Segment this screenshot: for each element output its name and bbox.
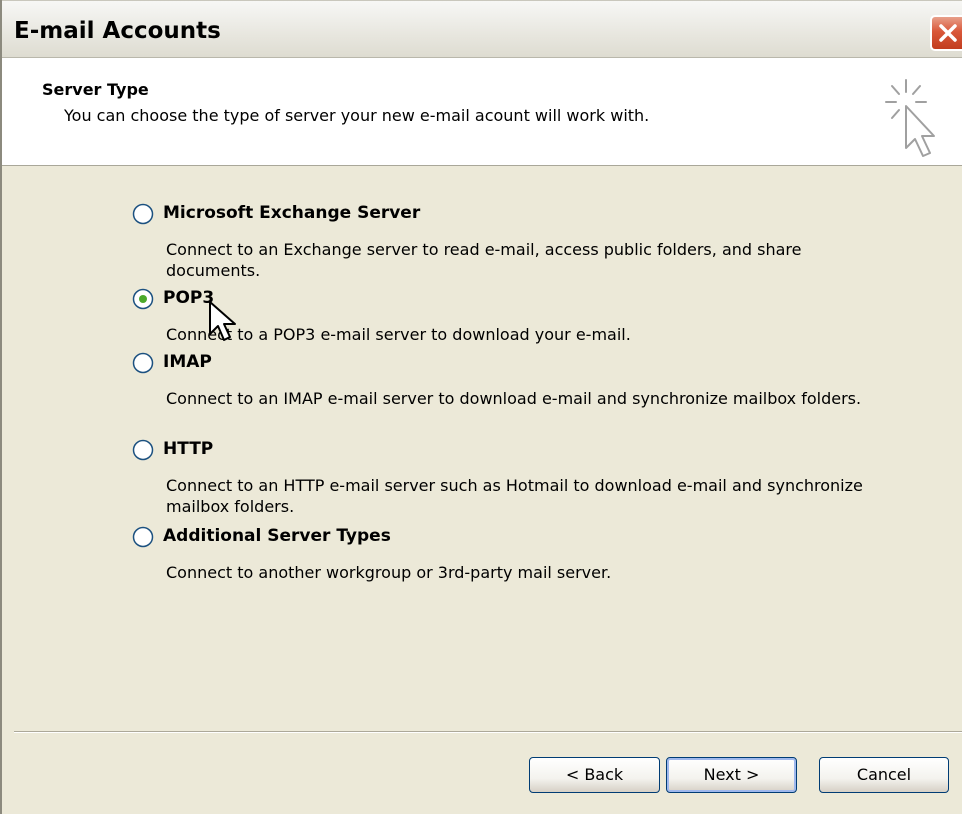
radio-unselected-icon[interactable]	[132, 203, 154, 225]
wizard-cursor-icon	[885, 79, 935, 157]
close-icon	[939, 24, 957, 42]
option-description: Connect to an HTTP e-mail server such as…	[166, 476, 863, 516]
header-panel: Server Type You can choose the type of s…	[2, 58, 962, 166]
cancel-button[interactable]: Cancel	[819, 757, 949, 793]
option-description: Connect to a POP3 e-mail server to downl…	[166, 325, 631, 344]
option-label[interactable]: Microsoft Exchange Server	[163, 203, 420, 223]
radio-unselected-icon[interactable]	[132, 526, 154, 548]
next-button[interactable]: Next >	[666, 757, 797, 793]
option-label[interactable]: HTTP	[163, 439, 213, 459]
mouse-pointer-icon	[209, 301, 236, 341]
option-description: Connect to an IMAP e-mail server to down…	[166, 389, 862, 408]
option-label[interactable]: IMAP	[163, 352, 212, 372]
window-title: E-mail Accounts	[14, 18, 221, 44]
title-bar[interactable]: E-mail Accounts	[2, 0, 962, 58]
server-type-options: Microsoft Exchange Server Connect to an …	[2, 166, 962, 731]
page-title: Server Type	[42, 80, 149, 99]
page-description: You can choose the type of server your n…	[64, 106, 650, 125]
option-label[interactable]: Additional Server Types	[163, 526, 391, 546]
button-separator	[14, 731, 962, 733]
radio-unselected-icon[interactable]	[132, 352, 154, 374]
radio-selected-icon[interactable]	[132, 288, 154, 310]
radio-unselected-icon[interactable]	[132, 439, 154, 461]
email-accounts-dialog: E-mail Accounts Server Type You can choo…	[0, 0, 962, 814]
close-button[interactable]	[930, 15, 962, 51]
back-button[interactable]: < Back	[529, 757, 660, 793]
option-description: Connect to an Exchange server to read e-…	[166, 240, 802, 280]
option-description: Connect to another workgroup or 3rd-part…	[166, 563, 612, 582]
